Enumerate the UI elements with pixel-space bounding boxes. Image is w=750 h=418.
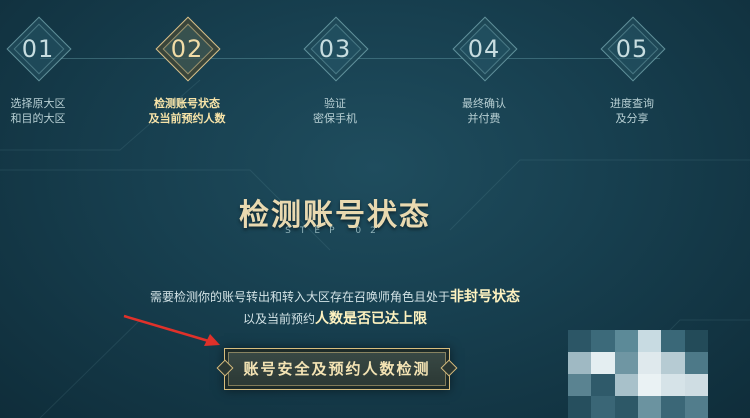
red-arrow-icon <box>123 314 220 346</box>
step-2-label: 检测账号状态 及当前预约人数 <box>148 97 226 125</box>
step-3-diamond: 03 <box>299 16 371 94</box>
pixelated-redaction <box>568 330 708 418</box>
step-4: 04 最终确认 并付费 <box>424 16 544 126</box>
step-2-number: 02 <box>170 35 204 63</box>
step-5-diamond: 05 <box>596 16 668 94</box>
step-2: 02 检测账号状态 及当前预约人数 <box>127 16 247 126</box>
step-2-diamond: 02 <box>151 16 223 94</box>
step-progress-bar: 01 选择原大区 和目的大区 02 检测账号状态 及当前预约人数 03 验证 密… <box>0 16 750 132</box>
step-3-number: 03 <box>318 35 352 63</box>
description-line1: 需要检测你的账号转出和转入大区存在召唤师角色且处于 <box>149 290 450 304</box>
step-4-label: 最终确认 并付费 <box>462 97 506 125</box>
button-left-cap <box>216 359 234 377</box>
step-1-diamond: 01 <box>2 16 74 94</box>
description-text: 需要检测你的账号转出和转入大区存在召唤师角色且处于非封号状态 以及当前预约人数是… <box>0 286 670 330</box>
description-line2: 以及当前预约 <box>242 312 315 326</box>
button-right-cap <box>440 359 458 377</box>
step-3: 03 验证 密保手机 <box>275 16 395 126</box>
step-1: 01 选择原大区 和目的大区 <box>0 16 98 126</box>
step-5-number: 05 <box>615 35 649 63</box>
step-5-label: 进度查询 及分享 <box>610 97 654 125</box>
section-subtitle: STEP 02 <box>285 226 385 236</box>
account-check-button[interactable]: 账号安全及预约人数检测 <box>216 348 458 390</box>
step-1-label: 选择原大区 和目的大区 <box>10 97 66 125</box>
highlight-limit: 人数是否已达上限 <box>315 311 427 327</box>
account-check-button-label: 账号安全及预约人数检测 <box>243 360 431 378</box>
step-5: 05 进度查询 及分享 <box>572 16 692 126</box>
step-4-number: 04 <box>467 35 501 63</box>
step-3-label: 验证 密保手机 <box>313 97 357 125</box>
step-4-diamond: 04 <box>448 16 520 94</box>
highlight-not-banned: 非封号状态 <box>450 289 520 305</box>
step-1-number: 01 <box>21 35 55 63</box>
